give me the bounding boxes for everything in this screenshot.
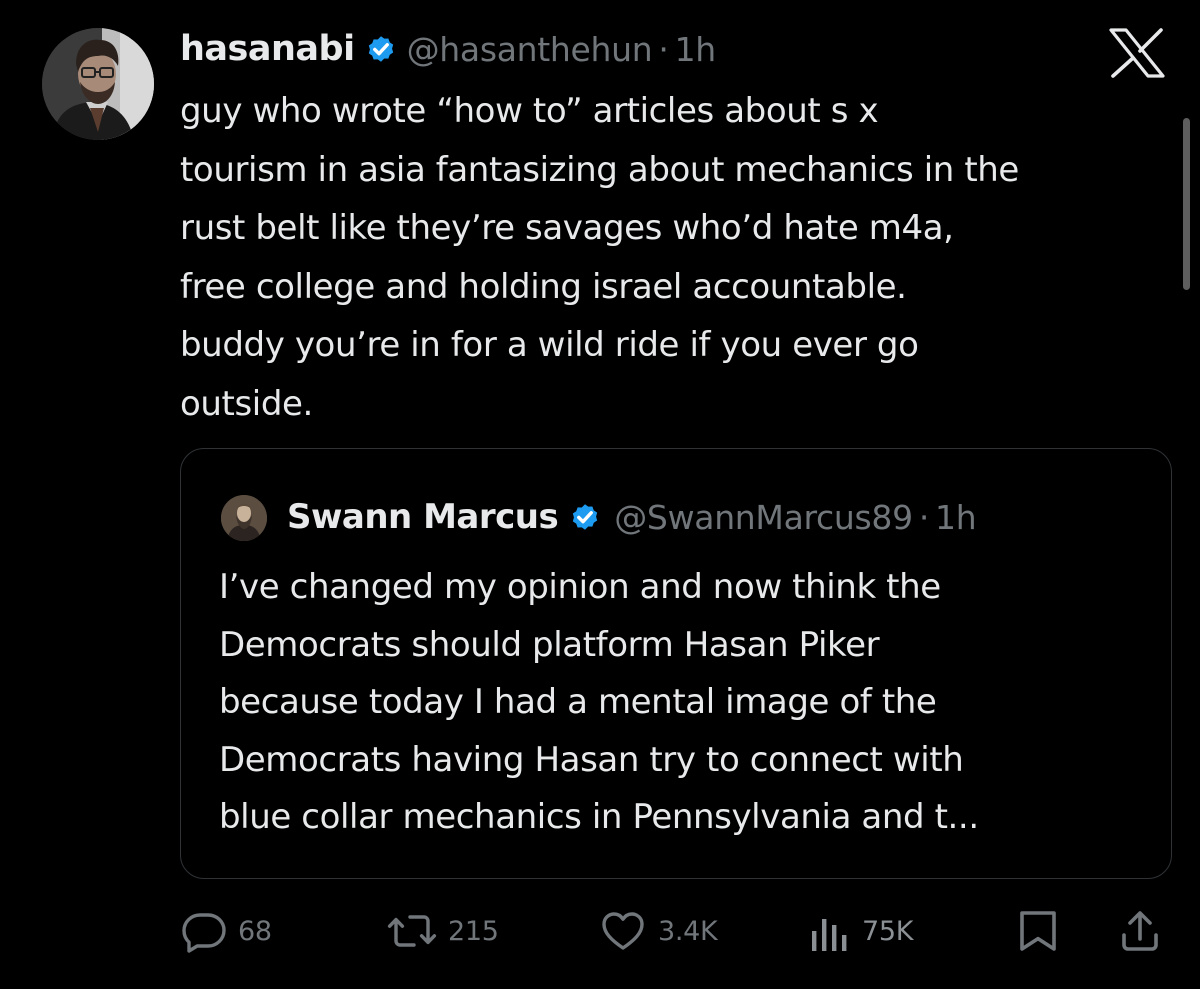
verified-badge-icon[interactable] [568, 500, 602, 534]
quoted-text-line: because today I had a mental image of th… [219, 682, 937, 722]
quoted-text-line: blue collar mechanics in Pennsylvania an… [219, 797, 979, 837]
bookmark-button[interactable] [1016, 900, 1060, 962]
reply-icon [182, 913, 226, 953]
author-display-name[interactable]: hasanabi [180, 29, 355, 69]
quoted-author-avatar[interactable] [221, 495, 267, 541]
bookmark-icon [1020, 911, 1056, 951]
views-count: 75K [862, 915, 914, 947]
quoted-text-line: I’ve changed my opinion and now think th… [219, 567, 941, 607]
reply-button[interactable]: 68 [180, 900, 272, 962]
avatar-photo [42, 28, 154, 140]
scrollbar-thumb[interactable] [1183, 118, 1190, 290]
tweet-action-bar: 68 215 3.4K 75K [0, 900, 1200, 962]
tweet-timestamp[interactable]: 1h [675, 30, 717, 69]
quoted-tweet-header: Swann Marcus @SwannMarcus89 · 1h [287, 489, 977, 545]
tweet-text-line: outside. [180, 383, 313, 424]
tweet-text-line: rust belt like they’re savages who’d hat… [180, 208, 954, 248]
quoted-text-line: Democrats should platform Hasan Piker [219, 624, 880, 665]
share-button[interactable] [1118, 900, 1162, 962]
quoted-author-handle[interactable]: @SwannMarcus89 [614, 498, 913, 537]
quoted-tweet-text: I’ve changed my opinion and now think th… [219, 559, 1149, 847]
like-count: 3.4K [658, 915, 718, 947]
quoted-tweet-timestamp[interactable]: 1h [935, 498, 977, 537]
header-separator: · [658, 29, 669, 69]
quoted-author-display-name[interactable]: Swann Marcus [287, 497, 559, 537]
tweet-header: hasanabi @hasanthehun · 1h [180, 24, 716, 74]
author-avatar[interactable] [42, 28, 154, 140]
x-logo-icon[interactable] [1108, 28, 1166, 78]
quoted-header-separator: · [918, 497, 930, 537]
author-handle[interactable]: @hasanthehun [407, 30, 653, 69]
repost-button[interactable]: 215 [386, 900, 499, 962]
verified-badge-icon[interactable] [364, 32, 398, 66]
heart-icon [602, 912, 644, 950]
repost-count: 215 [448, 915, 499, 947]
tweet-text-line: buddy you’re in for a wild ride if you e… [180, 325, 919, 365]
quoted-avatar-portrait [221, 495, 267, 541]
like-button[interactable]: 3.4K [598, 900, 718, 962]
reply-count: 68 [238, 915, 272, 947]
tweet-text-line: free college and holding israel accounta… [180, 266, 907, 307]
share-icon [1122, 911, 1158, 951]
tweet-text-line: guy who wrote “how to” articles about s … [180, 91, 879, 131]
tweet-text-line: tourism in asia fantasizing about mechan… [180, 149, 1019, 190]
repost-icon [387, 915, 437, 947]
quoted-tweet-card[interactable]: Swann Marcus @SwannMarcus89 · 1h I’ve ch… [180, 448, 1172, 879]
tweet-text: guy who wrote “how to” articles about s … [180, 82, 1180, 433]
quoted-text-line: Democrats having Hasan try to connect wi… [219, 739, 964, 780]
views-chart-icon [812, 919, 847, 951]
views-button[interactable]: 75K [808, 900, 913, 962]
